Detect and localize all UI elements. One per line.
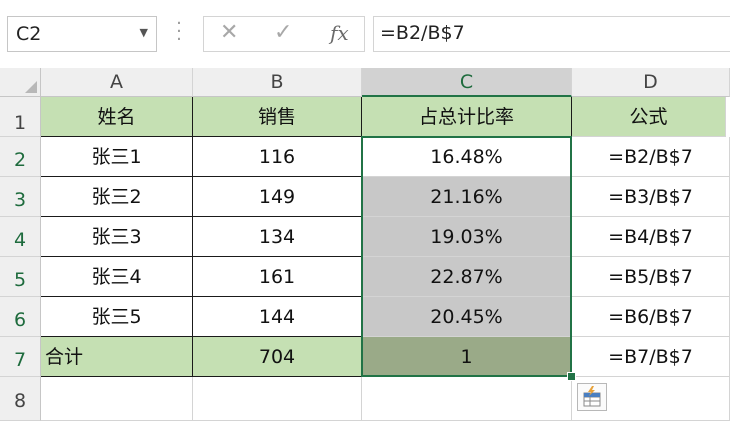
confirm-icon[interactable]: ✓ (274, 20, 292, 45)
formula-bar-area: C2 ▼ · · · ✕ ✓ fx =B2/B$7 (0, 0, 730, 68)
formula-input[interactable]: =B2/B$7 (373, 16, 730, 52)
formula-value: =B2/B$7 (380, 22, 465, 44)
cell-a2[interactable]: 张三1 (41, 137, 193, 177)
cell-b8[interactable] (193, 377, 362, 421)
cell-a6[interactable]: 张三5 (41, 297, 193, 337)
cell-c8[interactable] (362, 377, 572, 421)
name-box-value: C2 (16, 23, 42, 45)
row-header-2[interactable]: 2 (0, 137, 41, 177)
cell-c2[interactable]: 16.48% (362, 137, 572, 177)
cell-d4[interactable]: =B4/B$7 (572, 217, 730, 257)
cell-b6[interactable]: 144 (193, 297, 362, 337)
cell-d6[interactable]: =B6/B$7 (572, 297, 730, 337)
cell-a8[interactable] (41, 377, 193, 421)
cell-c3[interactable]: 21.16% (362, 177, 572, 217)
row-header-7[interactable]: 7 (0, 337, 41, 377)
cell-d1[interactable]: 公式 (572, 97, 726, 137)
cell-a7[interactable]: 合计 (41, 337, 193, 377)
cell-c1[interactable]: 占总计比率 (362, 97, 572, 137)
cell-b4[interactable]: 134 (193, 217, 362, 257)
name-box[interactable]: C2 ▼ (7, 16, 157, 52)
quick-analysis-icon (583, 386, 601, 407)
row-header-4[interactable]: 4 (0, 217, 41, 257)
cell-c5[interactable]: 22.87% (362, 257, 572, 297)
chevron-down-icon[interactable]: ▼ (140, 26, 148, 39)
column-header-c[interactable]: C (362, 68, 572, 97)
cell-c7[interactable]: 1 (362, 337, 572, 377)
row-header-8[interactable]: 8 (0, 377, 41, 421)
column-header-b[interactable]: B (193, 68, 362, 97)
cell-a3[interactable]: 张三2 (41, 177, 193, 217)
row-header-3[interactable]: 3 (0, 177, 41, 217)
insert-function-icon[interactable]: fx (330, 21, 349, 45)
cancel-icon[interactable]: ✕ (220, 20, 238, 45)
formula-buttons: ✕ ✓ fx (203, 16, 365, 52)
cell-b7[interactable]: 704 (193, 337, 362, 377)
cell-c4[interactable]: 19.03% (362, 217, 572, 257)
cell-a5[interactable]: 张三4 (41, 257, 193, 297)
cell-a1[interactable]: 姓名 (41, 97, 193, 137)
cell-d3[interactable]: =B3/B$7 (572, 177, 730, 217)
row-header-6[interactable]: 6 (0, 297, 41, 337)
cell-a4[interactable]: 张三3 (41, 217, 193, 257)
cell-b5[interactable]: 161 (193, 257, 362, 297)
cell-b1[interactable]: 销售 (193, 97, 362, 137)
cell-d7[interactable]: =B7/B$7 (572, 337, 730, 377)
quick-analysis-button[interactable] (577, 383, 607, 411)
drag-handle-icon[interactable]: · · · (176, 15, 182, 49)
fill-handle[interactable] (567, 372, 576, 381)
cell-d5[interactable]: =B5/B$7 (572, 257, 730, 297)
cell-d2[interactable]: =B2/B$7 (572, 137, 730, 177)
cell-c6[interactable]: 20.45% (362, 297, 572, 337)
select-all-corner[interactable] (0, 68, 41, 97)
column-header-d[interactable]: D (572, 68, 730, 97)
cell-b3[interactable]: 149 (193, 177, 362, 217)
row-header-5[interactable]: 5 (0, 257, 41, 297)
column-header-a[interactable]: A (41, 68, 193, 97)
row-header-1[interactable]: 1 (0, 97, 41, 137)
cell-b2[interactable]: 116 (193, 137, 362, 177)
